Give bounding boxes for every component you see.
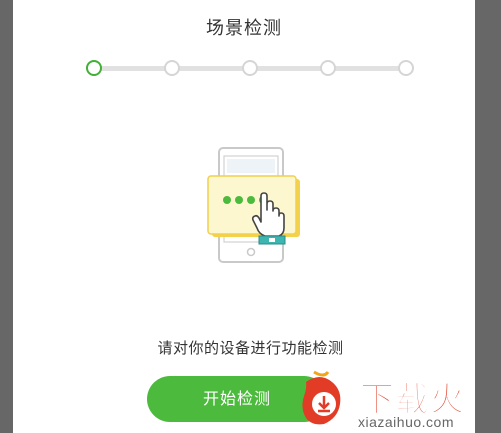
progress-stepper [86, 60, 414, 76]
phone-password-touch-icon [193, 140, 323, 270]
detection-prompt: 请对你的设备进行功能检测 [157, 339, 344, 357]
step-1-dot [86, 60, 102, 76]
watermark-logo: 下载火 xiazaihuo.com [298, 368, 501, 433]
step-4-dot [320, 60, 336, 76]
dialog-title: 场景检测 [206, 18, 282, 39]
step-5-dot [398, 60, 414, 76]
step-3-dot [242, 60, 258, 76]
watermark-domain: xiazaihuo.com [358, 414, 454, 430]
step-2-dot [164, 60, 180, 76]
